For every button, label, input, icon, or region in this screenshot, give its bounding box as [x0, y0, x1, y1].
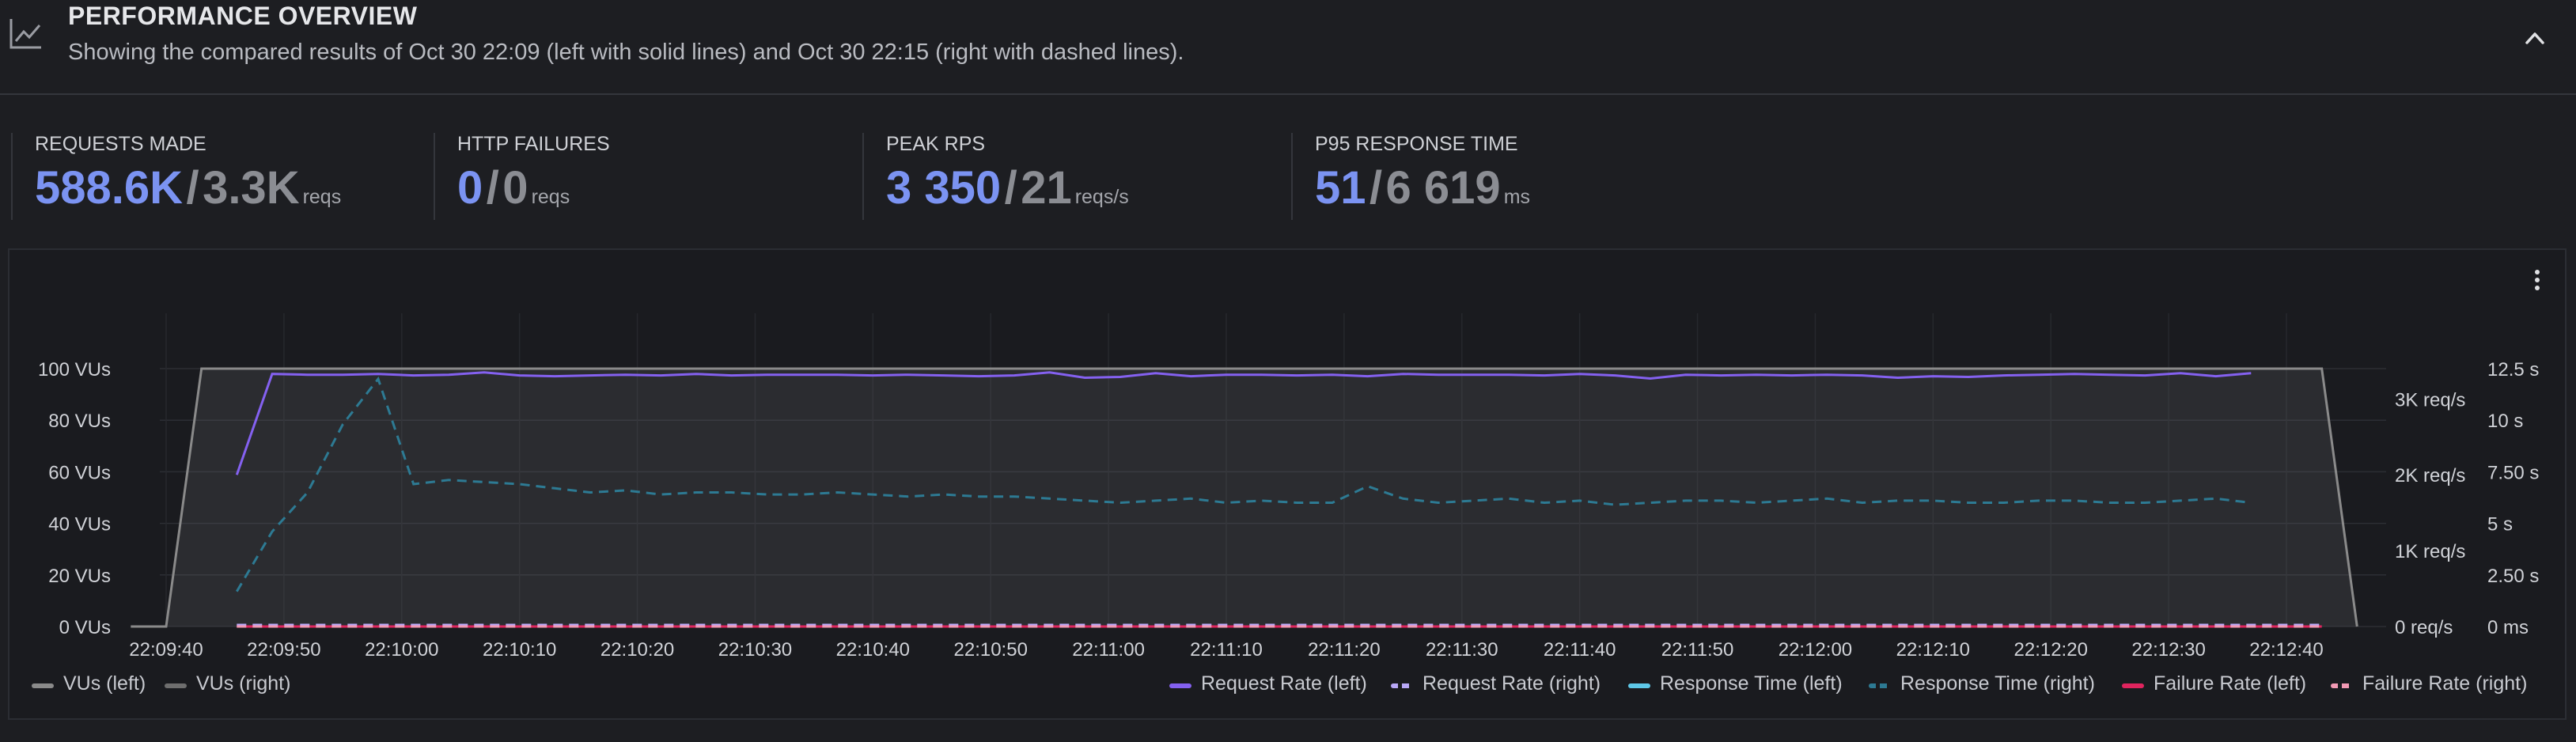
- y-rps-tick-label: 0 req/s: [2395, 617, 2453, 638]
- legend-swatch: [2122, 683, 2144, 688]
- legend-label: Failure Rate (left): [2154, 672, 2307, 695]
- chevron-up-icon[interactable]: [2521, 24, 2549, 52]
- stat-right-value: 3.3K: [203, 162, 300, 214]
- performance-chart-panel: 0 VUs 20 VUs 40 VUs 60 VUs 80 VUs 100 VUs 22:0…: [8, 248, 2567, 720]
- legend-label: Response Time (right): [1900, 672, 2095, 695]
- y-left-tick-label: 40 VUs: [48, 514, 111, 536]
- legend-label: VUs (right): [196, 672, 291, 695]
- stat-unit: ms: [1503, 186, 1531, 208]
- stat-label: P95 RESPONSE TIME: [1315, 133, 1518, 155]
- stat-left-value: 51: [1315, 162, 1366, 214]
- legend-swatch: [2331, 683, 2353, 688]
- stat-unit: reqs/s: [1074, 186, 1129, 208]
- y-time-tick-label: 5 s: [2487, 514, 2513, 536]
- stat-separator: /: [186, 162, 199, 214]
- stat-right-value: 6 619: [1385, 162, 1501, 214]
- x-tick-label: 22:10:30: [718, 639, 792, 661]
- x-tick-label: 22:11:00: [1072, 639, 1145, 661]
- x-tick-label: 22:12:00: [1779, 639, 1852, 661]
- page-subtitle: Showing the compared results of Oct 30 2…: [68, 40, 1184, 65]
- stat-label: HTTP FAILURES: [457, 133, 610, 155]
- y-rps-tick-label: 2K req/s: [2395, 465, 2465, 486]
- x-tick-label: 22:10:20: [600, 639, 674, 661]
- y-time-tick-label: 10 s: [2487, 411, 2523, 432]
- stat-unit: reqs: [302, 186, 342, 208]
- performance-chart[interactable]: 0 VUs 20 VUs 40 VUs 60 VUs 80 VUs 100 VUs 22:0…: [9, 250, 2565, 661]
- stat-value: 51 / 6 619 ms: [1315, 161, 1530, 214]
- x-tick-label: 22:12:10: [1896, 639, 1970, 661]
- chart-legend: VUs (left) VUs (right) Request Rate (left)…: [9, 672, 2565, 704]
- x-tick-label: 22:09:40: [129, 639, 203, 661]
- x-tick-label: 22:11:30: [1426, 639, 1498, 661]
- stats-bar: REQUESTS MADE 588.6K / 3.3K reqs HTTP FAI…: [0, 95, 2576, 245]
- y-left-tick-label: 60 VUs: [48, 462, 111, 483]
- legend-swatch: [1628, 683, 1650, 688]
- legend-swatch: [165, 683, 187, 688]
- legend-label: Request Rate (right): [1422, 672, 1601, 695]
- stat-p95-response-time: P95 RESPONSE TIME 51 / 6 619 ms: [1291, 133, 1704, 220]
- stat-left-value: 588.6K: [35, 162, 184, 214]
- stat-unit: reqs: [531, 186, 570, 208]
- x-tick-label: 22:12:20: [2014, 639, 2088, 661]
- x-tick-label: 22:11:20: [1308, 639, 1381, 661]
- y-left-tick-label: 100 VUs: [38, 359, 111, 380]
- stat-separator: /: [1369, 162, 1383, 214]
- y-rps-tick-label: 3K req/s: [2395, 389, 2465, 411]
- y-time-tick-label: 0 ms: [2487, 617, 2529, 638]
- y-left-tick-label: 0 VUs: [59, 617, 111, 638]
- stat-value: 3 350 / 21 reqs/s: [886, 161, 1129, 214]
- stat-left-value: 0: [457, 162, 483, 214]
- x-tick-label: 22:10:50: [954, 639, 1028, 661]
- stat-value: 588.6K / 3.3K reqs: [35, 161, 341, 214]
- y-left-tick-label: 80 VUs: [48, 411, 111, 432]
- stat-http-failures: HTTP FAILURES 0 / 0 reqs: [434, 133, 847, 220]
- stat-right-value: 21: [1021, 162, 1072, 214]
- legend-swatch: [1169, 683, 1191, 688]
- y-left-tick-label: 20 VUs: [48, 566, 111, 587]
- x-tick-label: 22:09:50: [247, 639, 320, 661]
- legend-swatch: [1391, 683, 1413, 688]
- stat-right-value: 0: [502, 162, 528, 214]
- legend-swatch: [32, 683, 54, 688]
- stat-requests-made: REQUESTS MADE 588.6K / 3.3K reqs: [11, 133, 424, 220]
- legend-label: Failure Rate (right): [2362, 672, 2528, 695]
- y-time-tick-label: 7.50 s: [2487, 462, 2539, 483]
- stat-label: PEAK RPS: [886, 133, 986, 155]
- x-tick-label: 22:10:00: [365, 639, 438, 661]
- stat-separator: /: [486, 162, 499, 214]
- x-tick-label: 22:11:10: [1190, 639, 1263, 661]
- stat-peak-rps: PEAK RPS 3 350 / 21 reqs/s: [862, 133, 1275, 220]
- chart-line-icon: [9, 19, 41, 49]
- x-tick-label: 22:11:50: [1661, 639, 1734, 661]
- legend-swatch: [1869, 683, 1891, 688]
- x-tick-label: 22:11:40: [1544, 639, 1616, 661]
- page-title: PERFORMANCE OVERVIEW: [68, 2, 418, 30]
- x-tick-label: 22:10:10: [483, 639, 556, 661]
- vus-left-area: [131, 369, 2358, 627]
- y-rps-tick-label: 1K req/s: [2395, 541, 2465, 562]
- x-tick-label: 22:12:40: [2249, 639, 2323, 661]
- y-time-tick-label: 12.5 s: [2487, 359, 2539, 380]
- y-time-tick-label: 2.50 s: [2487, 566, 2539, 587]
- stat-label: REQUESTS MADE: [35, 133, 206, 155]
- legend-label: Request Rate (left): [1201, 672, 1367, 695]
- performance-overview-header: PERFORMANCE OVERVIEW Showing the compare…: [0, 0, 2576, 95]
- legend-label: Response Time (left): [1660, 672, 1843, 695]
- stat-value: 0 / 0 reqs: [457, 161, 570, 214]
- stat-separator: /: [1004, 162, 1017, 214]
- legend-label: VUs (left): [63, 672, 146, 695]
- stat-left-value: 3 350: [886, 162, 1002, 214]
- x-tick-label: 22:10:40: [836, 639, 910, 661]
- x-tick-label: 22:12:30: [2131, 639, 2205, 661]
